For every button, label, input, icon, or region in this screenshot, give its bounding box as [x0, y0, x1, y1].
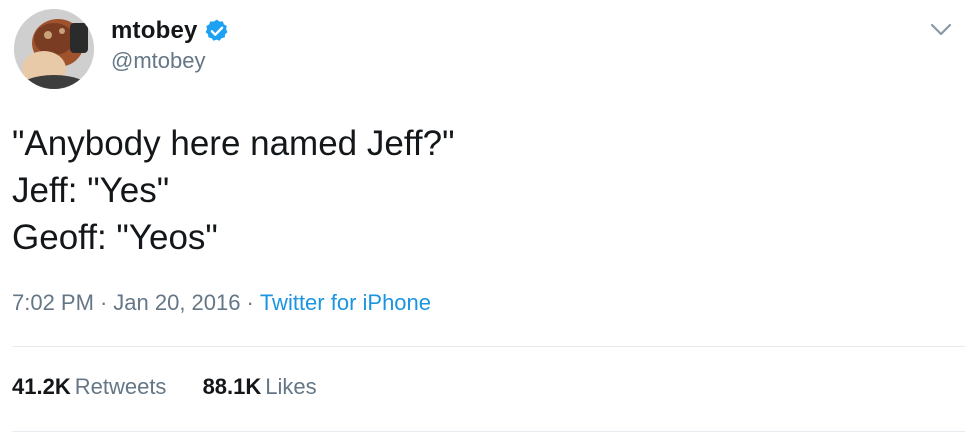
user-handle[interactable]: @mtobey [111, 48, 230, 74]
separator: · [246, 290, 254, 315]
separator: · [99, 290, 108, 315]
tweet-text-line: Geoff: "Yeos" [12, 218, 218, 257]
retweets-count: 41.2K [12, 374, 71, 399]
verified-badge-icon [204, 18, 230, 44]
chevron-down-icon[interactable] [928, 18, 954, 40]
tweet-stats: 41.2K Retweets 88.1K Likes [12, 374, 347, 400]
divider [12, 431, 965, 432]
tweet-text: "Anybody here named Jeff?" Jeff: "Yes" G… [12, 120, 455, 261]
tweet-time[interactable]: 7:02 PM [12, 290, 94, 315]
tweet-card: mtobey @mtobey "Anybody here named Jeff?… [0, 0, 977, 439]
tweet-text-line: Jeff: "Yes" [12, 171, 170, 210]
tweet-metadata: 7:02 PM · Jan 20, 2016 · Twitter for iPhone [12, 290, 431, 316]
tweet-text-line: "Anybody here named Jeff?" [12, 124, 455, 163]
likes-stat[interactable]: 88.1K Likes [203, 374, 317, 400]
likes-label: Likes [265, 374, 317, 399]
name-row: mtobey [111, 16, 230, 46]
user-info: mtobey @mtobey [111, 16, 230, 74]
avatar[interactable] [14, 9, 94, 89]
retweets-label: Retweets [74, 374, 167, 399]
divider [12, 346, 965, 347]
likes-count: 88.1K [202, 374, 262, 399]
tweet-source-link[interactable]: Twitter for iPhone [260, 290, 431, 315]
tweet-date[interactable]: Jan 20, 2016 [113, 290, 240, 315]
retweets-stat[interactable]: 41.2K Retweets [12, 374, 166, 400]
display-name[interactable]: mtobey [111, 17, 198, 45]
